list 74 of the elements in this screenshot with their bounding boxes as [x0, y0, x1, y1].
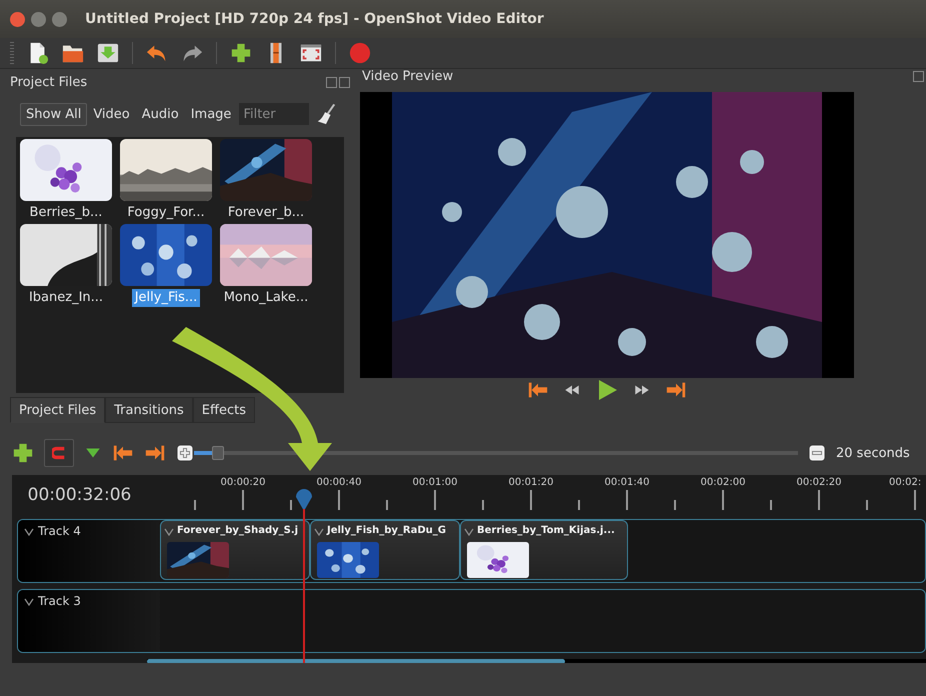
ruler-tick: [722, 490, 724, 510]
clip[interactable]: Jelly_Fish_by_RaDu_G: [310, 520, 460, 580]
ruler-label: 00:01:00: [412, 477, 458, 488]
ruler-tick: [530, 490, 532, 510]
float-icon[interactable]: [913, 71, 924, 82]
clip-title: Forever_by_Shady_S.j: [177, 524, 298, 536]
ruler-tick: [434, 490, 436, 510]
panel-tab[interactable]: Effects: [192, 397, 255, 423]
chevron-icon[interactable]: [24, 598, 34, 606]
ruler-label: 00:02:20: [796, 477, 842, 488]
fullscreen-icon[interactable]: [300, 42, 322, 64]
ruler-tick: [290, 500, 292, 510]
panel-tab[interactable]: Transitions: [105, 397, 193, 423]
chevron-icon[interactable]: [464, 528, 474, 536]
ruler-tick: [626, 490, 628, 510]
zoom-slider[interactable]: [194, 446, 798, 460]
ruler-tick: [194, 500, 196, 510]
file-name[interactable]: Forever_b...: [224, 204, 308, 222]
ruler-label: 00:00:20: [220, 477, 266, 488]
file-name[interactable]: Berries_b...: [26, 204, 106, 222]
chevron-icon[interactable]: [24, 528, 34, 536]
file-name[interactable]: Mono_Lake...: [220, 289, 312, 307]
zoom-in-icon[interactable]: [176, 444, 194, 462]
panel-title: Project Files: [10, 74, 88, 90]
ruler-tick: [818, 490, 820, 510]
ruler-tick: [674, 500, 676, 510]
ruler-tick: [338, 490, 340, 510]
window-title: Untitled Project [HD 720p 24 fps] - OpenShot Video Editor: [85, 11, 544, 27]
ruler-label: 00:02:: [889, 477, 922, 488]
chevron-icon[interactable]: [314, 528, 324, 536]
ruler-label: 00:01:20: [508, 477, 554, 488]
ruler-label: 00:01:40: [604, 477, 650, 488]
magnet-icon[interactable]: [52, 446, 66, 460]
clip[interactable]: Berries_by_Tom_Kijas.j...: [460, 520, 628, 580]
scrollbar-thumb[interactable]: [147, 659, 565, 663]
filter-tab[interactable]: Show All: [20, 102, 88, 126]
ruler-label: 00:02:00: [700, 477, 746, 488]
zoom-label: 20 seconds: [836, 446, 910, 460]
ruler-label: 00:00:40: [316, 477, 362, 488]
record-icon[interactable]: [349, 42, 371, 64]
panel-title: Video Preview: [362, 69, 454, 84]
file-name[interactable]: Ibanez_In...: [26, 289, 106, 307]
filter-field[interactable]: Filter: [239, 103, 310, 125]
ruler-tick: [482, 500, 484, 510]
slider-thumb[interactable]: [212, 446, 224, 460]
chevron-icon[interactable]: [164, 528, 174, 536]
filter-tab[interactable]: Image: [184, 102, 238, 126]
filter-tab[interactable]: Video: [87, 102, 136, 126]
timecode: 00:00:32:06: [26, 484, 132, 507]
ruler-tick: [386, 500, 388, 510]
plus-icon[interactable]: [12, 442, 34, 464]
zoom-out-icon[interactable]: [808, 444, 826, 462]
ruler-tick: [866, 500, 868, 510]
ruler-tick: [242, 490, 244, 510]
clip-title: Jelly_Fish_by_RaDu_G: [327, 524, 446, 536]
clip[interactable]: Forever_by_Shady_S.j: [160, 520, 310, 580]
track-name: Track 3: [38, 594, 81, 608]
maximize-button[interactable]: [52, 12, 67, 26]
close-button[interactable]: [10, 12, 25, 26]
snapping-button[interactable]: [44, 439, 74, 467]
clip-title: Berries_by_Tom_Kijas.j...: [477, 524, 615, 536]
save-icon[interactable]: [97, 42, 119, 64]
float-icon[interactable]: [326, 76, 337, 88]
minimize-button[interactable]: [31, 12, 46, 26]
panel-tab[interactable]: Project Files: [10, 397, 106, 423]
close-icon[interactable]: [339, 76, 350, 88]
ruler-tick: [914, 490, 916, 510]
ruler-tick: [770, 500, 772, 510]
track-name: Track 4: [38, 524, 81, 538]
filter-tab[interactable]: Audio: [136, 102, 185, 126]
file-name[interactable]: Foggy_For...: [124, 204, 208, 222]
plus-icon[interactable]: [230, 42, 252, 64]
ruler-tick: [578, 500, 580, 510]
broom-icon[interactable]: [315, 103, 338, 125]
